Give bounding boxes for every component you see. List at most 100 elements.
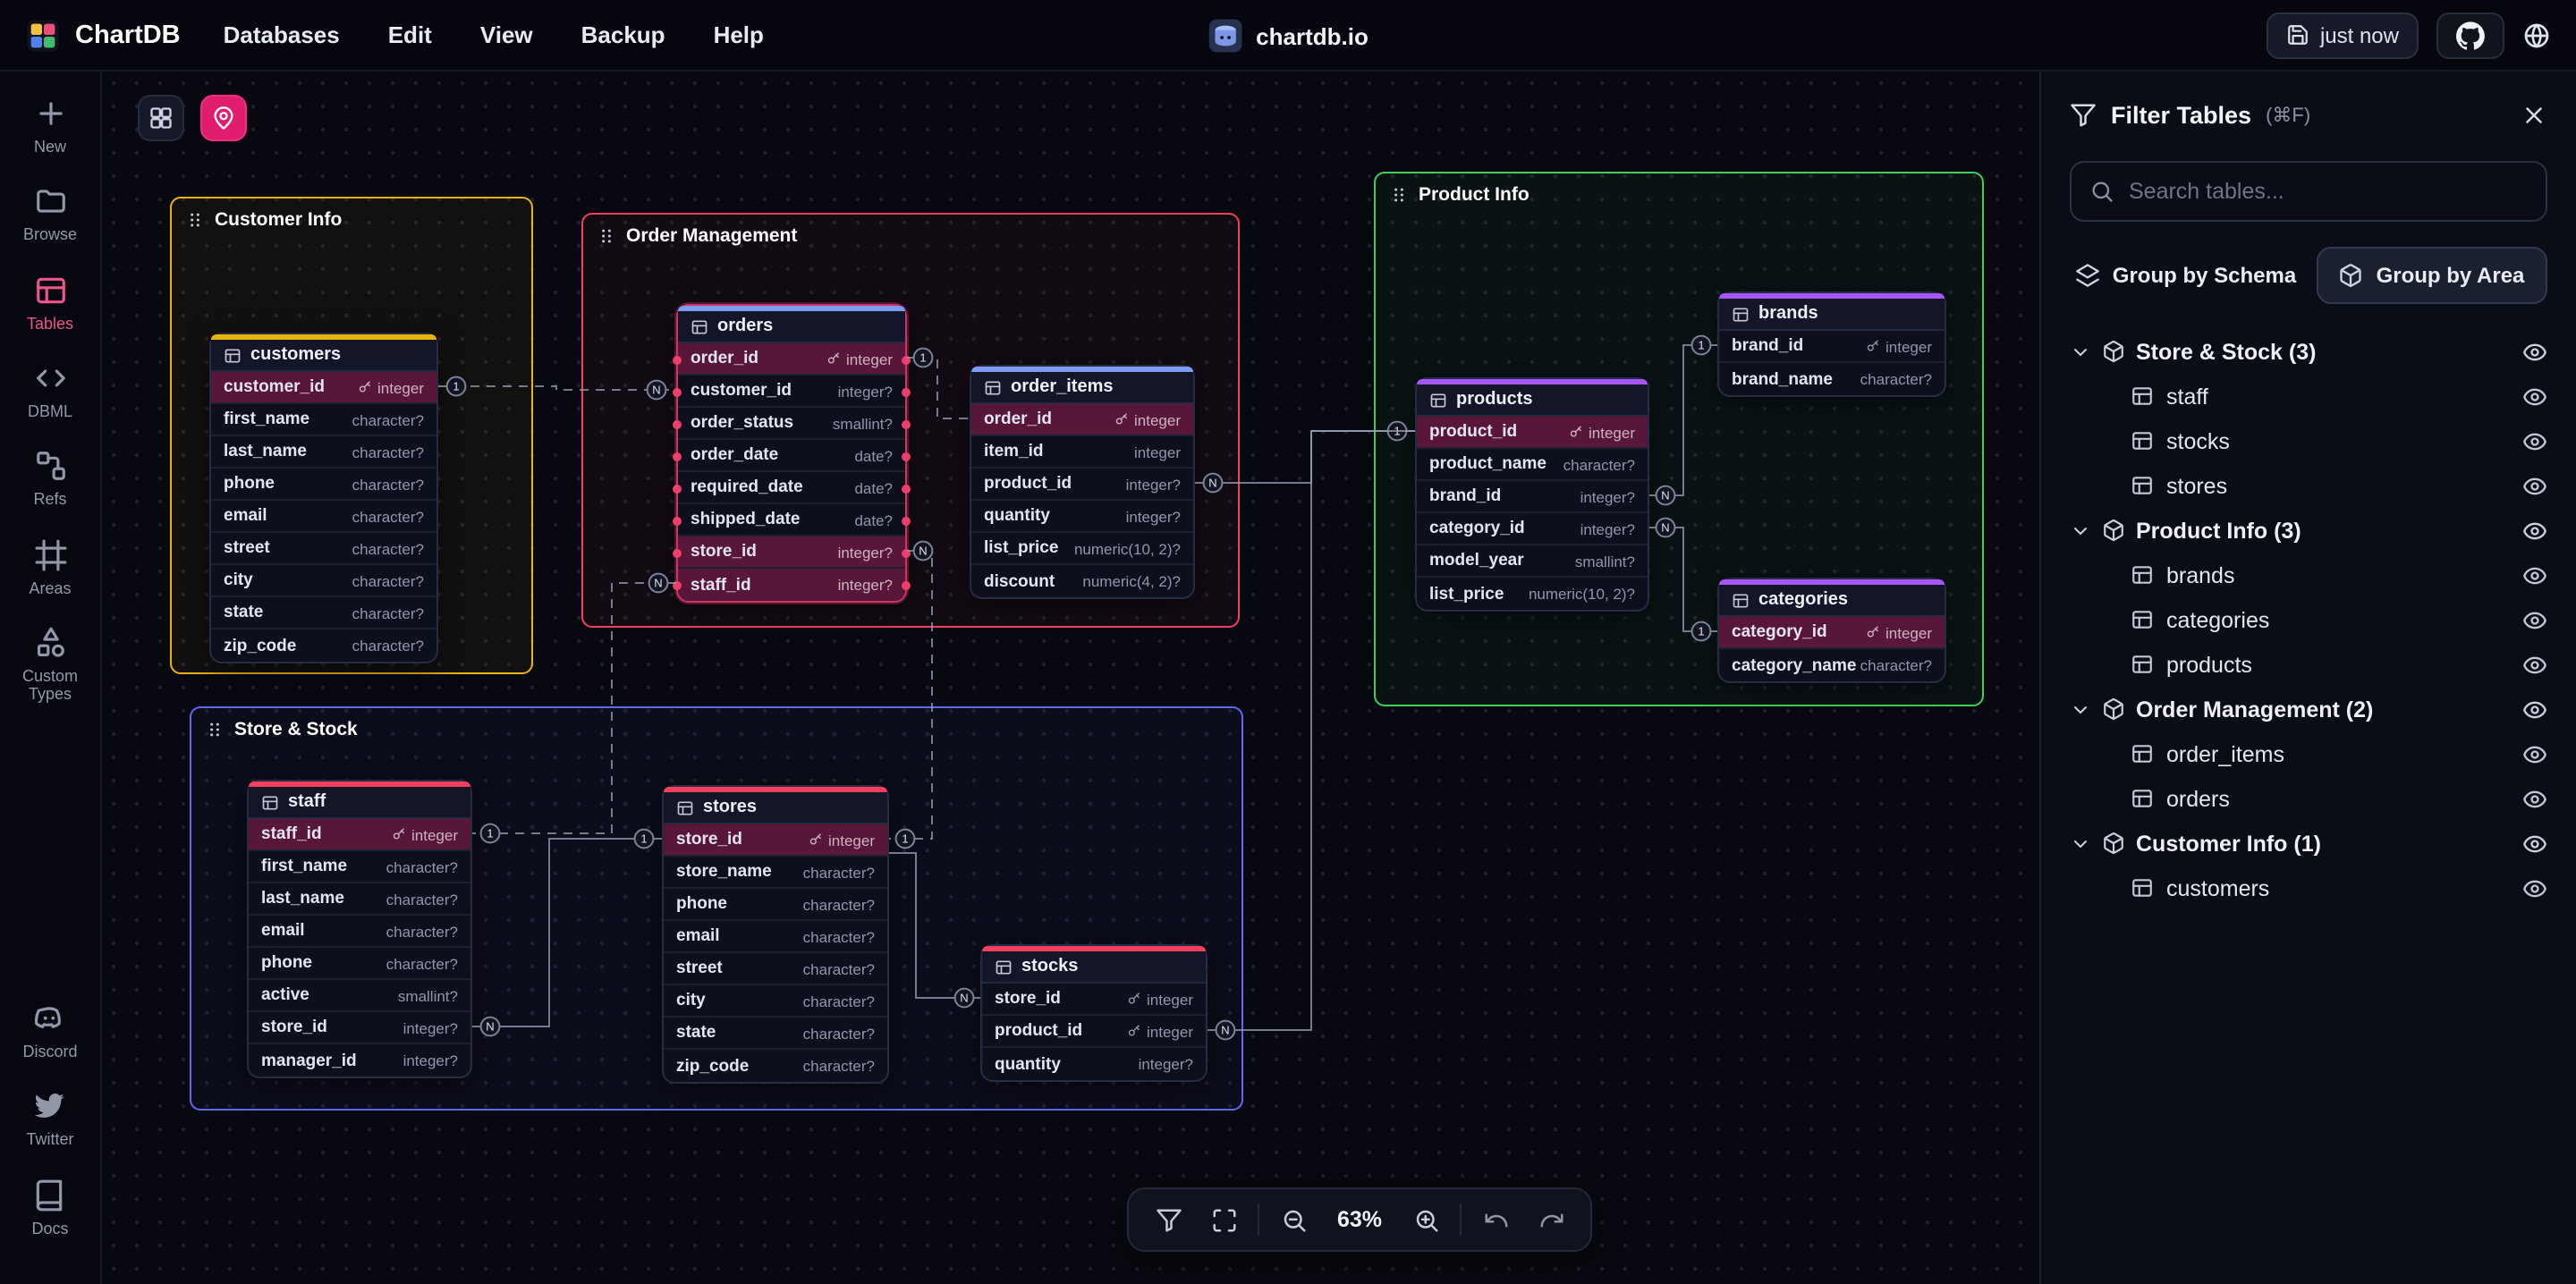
field-row-store_id[interactable]: store_idinteger? bbox=[249, 1012, 470, 1044]
table-header[interactable]: stores bbox=[664, 792, 887, 824]
sidebar-item-areas[interactable]: Areas bbox=[0, 537, 100, 597]
field-row-staff_id[interactable]: staff_idinteger? bbox=[678, 569, 905, 601]
table-stocks[interactable]: stocksstore_idintegerproduct_idintegerqu… bbox=[980, 944, 1208, 1082]
github-button[interactable] bbox=[2436, 12, 2504, 58]
row-handle-left[interactable] bbox=[673, 580, 682, 589]
toggle-visibility-button[interactable] bbox=[2522, 473, 2547, 498]
tree-group-store-stock-3[interactable]: Store & Stock (3) bbox=[2070, 329, 2547, 374]
field-row-category_name[interactable]: category_namecharacter? bbox=[1719, 649, 1945, 681]
field-row-shipped_date[interactable]: shipped_datedate? bbox=[678, 504, 905, 536]
toggle-visibility-button[interactable] bbox=[2522, 831, 2547, 856]
field-row-state[interactable]: statecharacter? bbox=[211, 597, 436, 629]
field-row-product_id[interactable]: product_idinteger bbox=[1417, 417, 1648, 449]
field-row-first_name[interactable]: first_namecharacter? bbox=[211, 404, 436, 436]
field-row-brand_name[interactable]: brand_namecharacter? bbox=[1719, 363, 1945, 395]
toggle-visibility-button[interactable] bbox=[2522, 875, 2547, 900]
table-order_items[interactable]: order_itemsorder_idintegeritem_idinteger… bbox=[970, 365, 1195, 599]
field-row-order_id[interactable]: order_idinteger bbox=[971, 404, 1193, 436]
sidebar-item-twitter[interactable]: Twitter bbox=[22, 1090, 77, 1150]
toggle-visibility-button[interactable] bbox=[2522, 562, 2547, 587]
diagram-canvas[interactable]: Customer InfoOrder ManagementProduct Inf… bbox=[102, 72, 2039, 1284]
field-row-list_price[interactable]: list_pricenumeric(10, 2)? bbox=[971, 533, 1193, 565]
field-row-model_year[interactable]: model_yearsmallint? bbox=[1417, 545, 1648, 578]
table-stores[interactable]: storesstore_idintegerstore_namecharacter… bbox=[662, 785, 889, 1084]
field-row-product_id[interactable]: product_idinteger bbox=[982, 1016, 1206, 1048]
zoom-level[interactable]: 63% bbox=[1327, 1207, 1392, 1232]
sidebar-item-dbml[interactable]: DBML bbox=[0, 361, 100, 421]
area-tool-button[interactable] bbox=[200, 95, 247, 141]
group-by-schema-button[interactable]: Group by Schema bbox=[2070, 247, 2301, 304]
site-link[interactable]: chartdb.io bbox=[1208, 0, 1368, 72]
field-row-last_name[interactable]: last_namecharacter? bbox=[211, 436, 436, 469]
field-row-last_name[interactable]: last_namecharacter? bbox=[249, 883, 470, 916]
field-row-order_id[interactable]: order_idinteger bbox=[678, 343, 905, 376]
zoom-in-button[interactable] bbox=[1404, 1198, 1447, 1241]
toggle-visibility-button[interactable] bbox=[2522, 786, 2547, 811]
field-row-state[interactable]: statecharacter? bbox=[664, 1018, 887, 1050]
group-by-area-button[interactable]: Group by Area bbox=[2316, 247, 2547, 304]
table-header[interactable]: categories bbox=[1719, 585, 1945, 617]
menu-edit[interactable]: Edit bbox=[388, 21, 432, 48]
row-handle-right[interactable] bbox=[902, 548, 911, 557]
table-orders[interactable]: ordersorder_idintegercustomer_idinteger?… bbox=[676, 304, 907, 603]
row-handle-left[interactable] bbox=[673, 419, 682, 428]
table-header[interactable]: staff bbox=[249, 787, 470, 819]
field-row-first_name[interactable]: first_namecharacter? bbox=[249, 851, 470, 883]
toggle-visibility-button[interactable] bbox=[2522, 518, 2547, 543]
menu-help[interactable]: Help bbox=[714, 21, 764, 48]
field-row-phone[interactable]: phonecharacter? bbox=[664, 889, 887, 921]
table-categories[interactable]: categoriescategory_idintegercategory_nam… bbox=[1717, 578, 1946, 683]
row-handle-right[interactable] bbox=[902, 355, 911, 364]
menu-view[interactable]: View bbox=[480, 21, 533, 48]
table-customers[interactable]: customerscustomer_idintegerfirst_namecha… bbox=[209, 333, 438, 663]
fit-view-button[interactable] bbox=[1202, 1198, 1245, 1241]
table-products[interactable]: productsproduct_idintegerproduct_namecha… bbox=[1415, 377, 1649, 612]
toggle-visibility-button[interactable] bbox=[2522, 741, 2547, 766]
tree-item-stocks[interactable]: stocks bbox=[2070, 418, 2547, 463]
field-row-zip_code[interactable]: zip_codecharacter? bbox=[664, 1050, 887, 1082]
tree-group-customer-info-1[interactable]: Customer Info (1) bbox=[2070, 821, 2547, 866]
field-row-city[interactable]: citycharacter? bbox=[211, 565, 436, 597]
field-row-manager_id[interactable]: manager_idinteger? bbox=[249, 1044, 470, 1077]
undo-button[interactable] bbox=[1474, 1198, 1517, 1241]
field-row-store_id[interactable]: store_idinteger bbox=[664, 824, 887, 857]
field-row-street[interactable]: streetcharacter? bbox=[211, 533, 436, 565]
field-row-brand_id[interactable]: brand_idinteger bbox=[1719, 331, 1945, 363]
row-handle-right[interactable] bbox=[902, 452, 911, 460]
close-panel-button[interactable] bbox=[2521, 101, 2547, 128]
row-handle-left[interactable] bbox=[673, 516, 682, 525]
table-header[interactable]: stocks bbox=[982, 951, 1206, 984]
sidebar-item-browse[interactable]: Browse bbox=[0, 185, 100, 245]
redo-button[interactable] bbox=[1530, 1198, 1572, 1241]
row-handle-right[interactable] bbox=[902, 580, 911, 589]
tree-item-orders[interactable]: orders bbox=[2070, 776, 2547, 821]
field-row-active[interactable]: activesmallint? bbox=[249, 980, 470, 1012]
field-row-product_id[interactable]: product_idinteger? bbox=[971, 469, 1193, 501]
field-row-list_price[interactable]: list_pricenumeric(10, 2)? bbox=[1417, 578, 1648, 610]
toggle-visibility-button[interactable] bbox=[2522, 697, 2547, 722]
field-row-phone[interactable]: phonecharacter? bbox=[211, 469, 436, 501]
language-button[interactable] bbox=[2522, 21, 2551, 49]
row-handle-right[interactable] bbox=[902, 516, 911, 525]
field-row-item_id[interactable]: item_idinteger bbox=[971, 436, 1193, 469]
field-row-store_id[interactable]: store_idinteger? bbox=[678, 536, 905, 569]
toggle-visibility-button[interactable] bbox=[2522, 652, 2547, 677]
toggle-visibility-button[interactable] bbox=[2522, 428, 2547, 453]
row-handle-right[interactable] bbox=[902, 387, 911, 396]
field-row-email[interactable]: emailcharacter? bbox=[664, 921, 887, 953]
field-row-phone[interactable]: phonecharacter? bbox=[249, 948, 470, 980]
field-row-city[interactable]: citycharacter? bbox=[664, 985, 887, 1018]
view-grid-button[interactable] bbox=[138, 95, 184, 141]
tree-item-order_items[interactable]: order_items bbox=[2070, 731, 2547, 776]
field-row-street[interactable]: streetcharacter? bbox=[664, 953, 887, 985]
sidebar-item-tables[interactable]: Tables bbox=[0, 273, 100, 333]
row-handle-left[interactable] bbox=[673, 452, 682, 460]
field-row-category_id[interactable]: category_idinteger bbox=[1719, 617, 1945, 649]
toggle-visibility-button[interactable] bbox=[2522, 607, 2547, 632]
filter-button[interactable] bbox=[1147, 1198, 1190, 1241]
field-row-quantity[interactable]: quantityinteger? bbox=[982, 1048, 1206, 1080]
field-row-staff_id[interactable]: staff_idinteger bbox=[249, 819, 470, 851]
toggle-visibility-button[interactable] bbox=[2522, 384, 2547, 409]
tree-group-product-info-3[interactable]: Product Info (3) bbox=[2070, 508, 2547, 553]
sidebar-item-new[interactable]: New bbox=[0, 97, 100, 156]
